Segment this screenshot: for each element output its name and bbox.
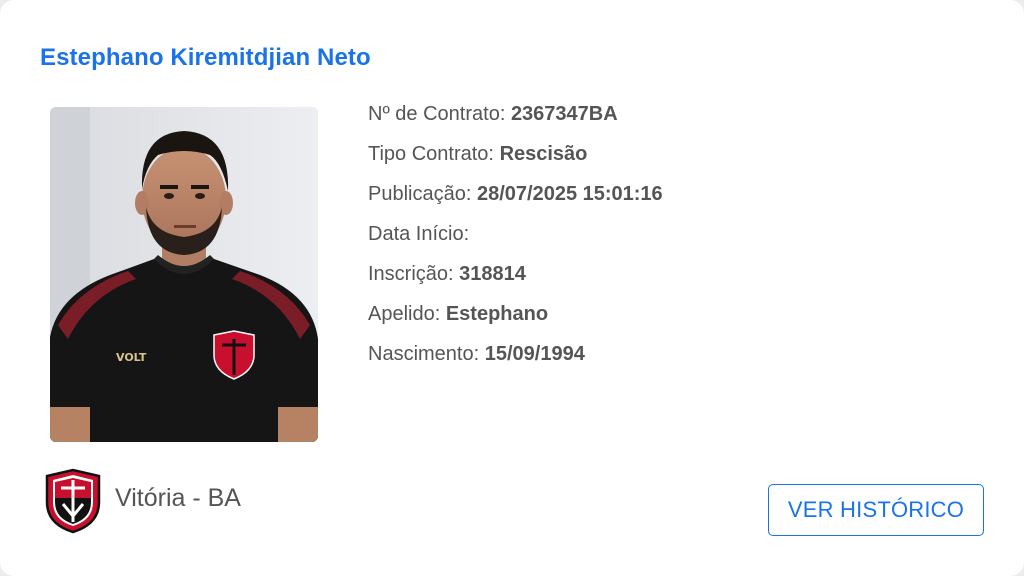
detail-value: 2367347BA xyxy=(510,103,618,125)
contract-card: Estephano Kiremitdjian Neto VOLT Nº de C… xyxy=(0,0,1024,576)
detail-label: Inscrição: xyxy=(368,263,454,285)
detail-label: Nº de Contrato: xyxy=(368,103,506,125)
player-name: Estephano Kiremitdjian Neto xyxy=(40,44,371,71)
club-info: Vitória - BA xyxy=(45,468,241,534)
player-photo: VOLT xyxy=(50,107,318,442)
detail-value: 28/07/2025 15:01:16 xyxy=(476,183,663,205)
detail-label: Publicação: xyxy=(368,183,472,205)
shirt-brand-text: VOLT xyxy=(116,351,147,364)
detail-label: Tipo Contrato: xyxy=(368,143,494,165)
detail-value: Estephano xyxy=(445,303,549,325)
detail-label: Data Início: xyxy=(368,223,470,245)
detail-value: 15/09/1994 xyxy=(484,343,585,365)
detail-value: 318814 xyxy=(459,263,526,285)
view-history-button[interactable]: VER HISTÓRICO xyxy=(768,484,984,536)
club-crest-icon xyxy=(45,468,101,534)
detail-publication: Publicação: 28/07/2025 15:01:16 xyxy=(368,180,663,220)
detail-contract-number: Nº de Contrato: 2367347BA xyxy=(368,100,663,140)
detail-value: Rescisão xyxy=(499,143,588,165)
contract-details: Nº de Contrato: 2367347BA Tipo Contrato:… xyxy=(368,100,663,380)
detail-start-date: Data Início: xyxy=(368,220,663,260)
detail-nickname: Apelido: Estephano xyxy=(368,300,663,340)
detail-registration: Inscrição: 318814 xyxy=(368,260,663,300)
detail-label: Apelido: xyxy=(368,303,441,325)
club-name: Vitória - BA xyxy=(115,483,241,512)
detail-label: Nascimento: xyxy=(368,343,480,365)
detail-contract-type: Tipo Contrato: Rescisão xyxy=(368,140,663,180)
detail-birth: Nascimento: 15/09/1994 xyxy=(368,340,663,380)
